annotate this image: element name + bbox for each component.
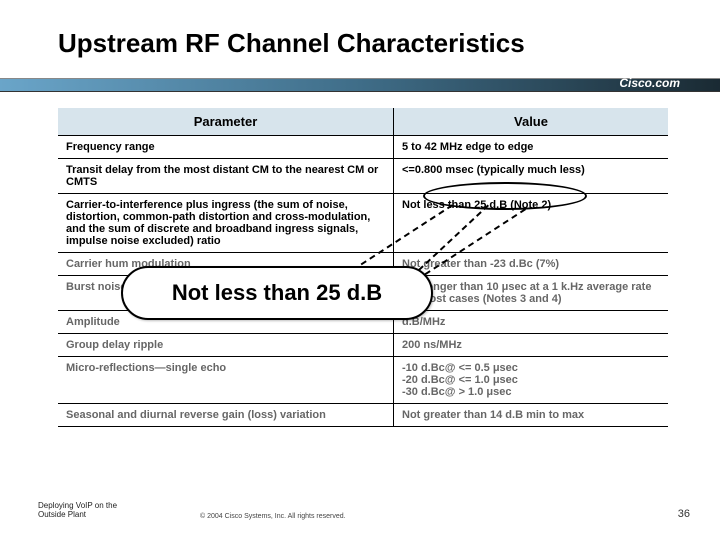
cell-value: d.B/MHz — [394, 311, 669, 334]
header-bar: Cisco.com — [0, 78, 720, 100]
gradient-bar — [0, 78, 720, 92]
cell-value: 5 to 42 MHz edge to edge — [394, 136, 669, 159]
cell-value: 200 ns/MHz — [394, 334, 669, 357]
cell-param: Group delay ripple — [58, 334, 394, 357]
footer-line1: Deploying VoIP on the — [38, 501, 117, 511]
footer-title: Deploying VoIP on the Outside Plant — [38, 501, 117, 520]
footer-line2: Outside Plant — [38, 510, 117, 520]
copyright: © 2004 Cisco Systems, Inc. All rights re… — [200, 513, 346, 520]
slide-title: Upstream RF Channel Characteristics — [58, 28, 525, 59]
cell-param: Seasonal and diurnal reverse gain (loss)… — [58, 404, 394, 427]
cell-param: Frequency range — [58, 136, 394, 159]
callout-bubble: Not less than 25 d.B — [121, 266, 433, 320]
table-row: Frequency range 5 to 42 MHz edge to edge — [58, 136, 668, 159]
cell-param: Micro-reflections—single echo — [58, 357, 394, 404]
cell-value: -10 d.Bc@ <= 0.5 μsec -20 d.Bc@ <= 1.0 μ… — [394, 357, 669, 404]
brand-label: Cisco.com — [619, 76, 680, 90]
cell-param: Transit delay from the most distant CM t… — [58, 159, 394, 194]
cell-param: Carrier-to-interference plus ingress (th… — [58, 194, 394, 253]
table-row: Micro-reflections—single echo -10 d.Bc@ … — [58, 357, 668, 404]
col-value: Value — [394, 108, 669, 136]
table-row: Group delay ripple 200 ns/MHz — [58, 334, 668, 357]
cell-value: Not longer than 10 μsec at a 1 k.Hz aver… — [394, 276, 669, 311]
slide: { "title": "Upstream RF Channel Characte… — [0, 0, 720, 540]
col-parameter: Parameter — [58, 108, 394, 136]
cell-value: Not greater than 14 d.B min to max — [394, 404, 669, 427]
page-number: 36 — [678, 508, 690, 520]
table-row: Seasonal and diurnal reverse gain (loss)… — [58, 404, 668, 427]
callout-text: Not less than 25 d.B — [172, 280, 382, 306]
